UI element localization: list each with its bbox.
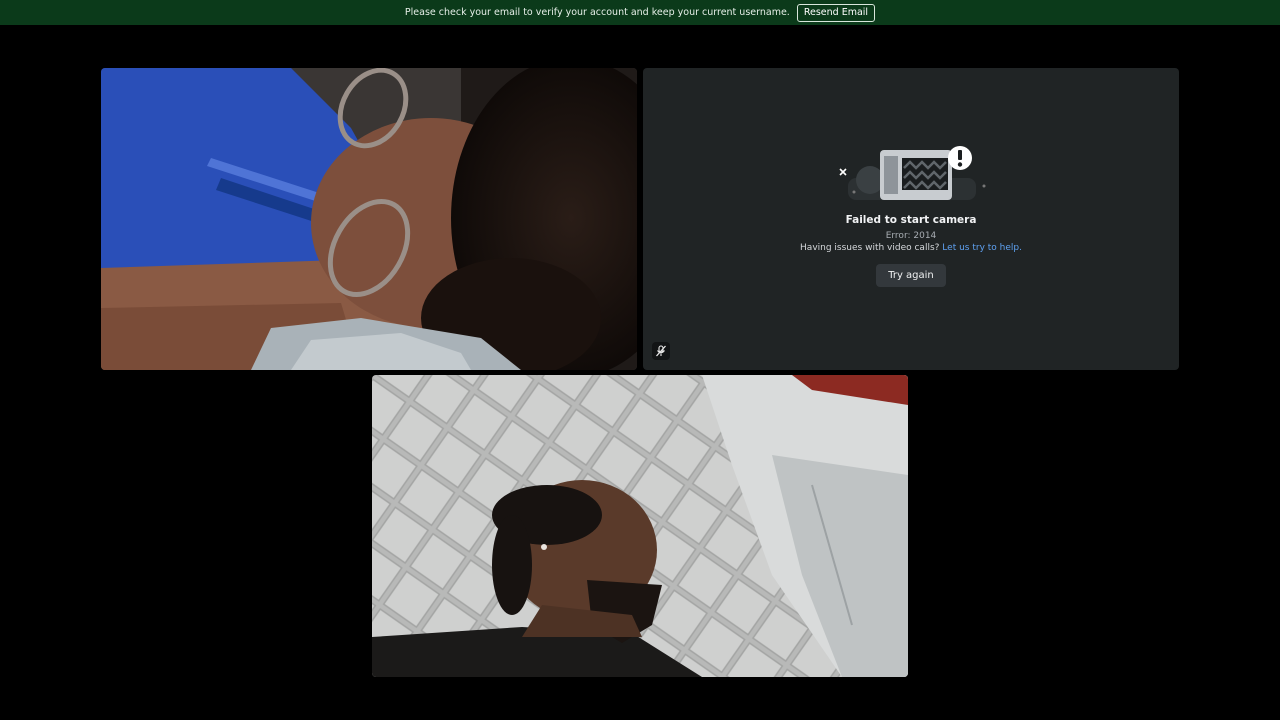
participant-1-video-feed bbox=[101, 68, 637, 370]
participant-2-video-feed bbox=[372, 375, 908, 677]
alert-icon bbox=[948, 146, 972, 170]
resend-email-button[interactable]: Resend Email bbox=[796, 3, 876, 22]
broken-camera-icon bbox=[839, 146, 986, 200]
verify-email-message: Please check your email to verify your a… bbox=[404, 7, 790, 18]
verify-email-banner: Please check your email to verify your a… bbox=[0, 0, 1280, 25]
video-tile-self-camera-error: Failed to start camera Error: 2014 Havin… bbox=[643, 68, 1179, 370]
camera-error-help: Having issues with video calls? Let us t… bbox=[800, 243, 1022, 253]
try-again-button[interactable]: Try again bbox=[876, 264, 946, 287]
video-tile-participant-1[interactable] bbox=[101, 68, 637, 370]
help-text: Having issues with video calls? bbox=[800, 243, 940, 253]
help-link[interactable]: Let us try to help. bbox=[942, 243, 1022, 253]
mic-muted-icon bbox=[656, 345, 666, 357]
camera-error-panel: Failed to start camera Error: 2014 Havin… bbox=[643, 144, 1179, 287]
camera-error-code: Error: 2014 bbox=[885, 231, 937, 241]
video-tile-participant-2[interactable] bbox=[372, 375, 908, 677]
camera-error-title: Failed to start camera bbox=[845, 214, 977, 226]
mic-muted-badge bbox=[652, 342, 670, 360]
